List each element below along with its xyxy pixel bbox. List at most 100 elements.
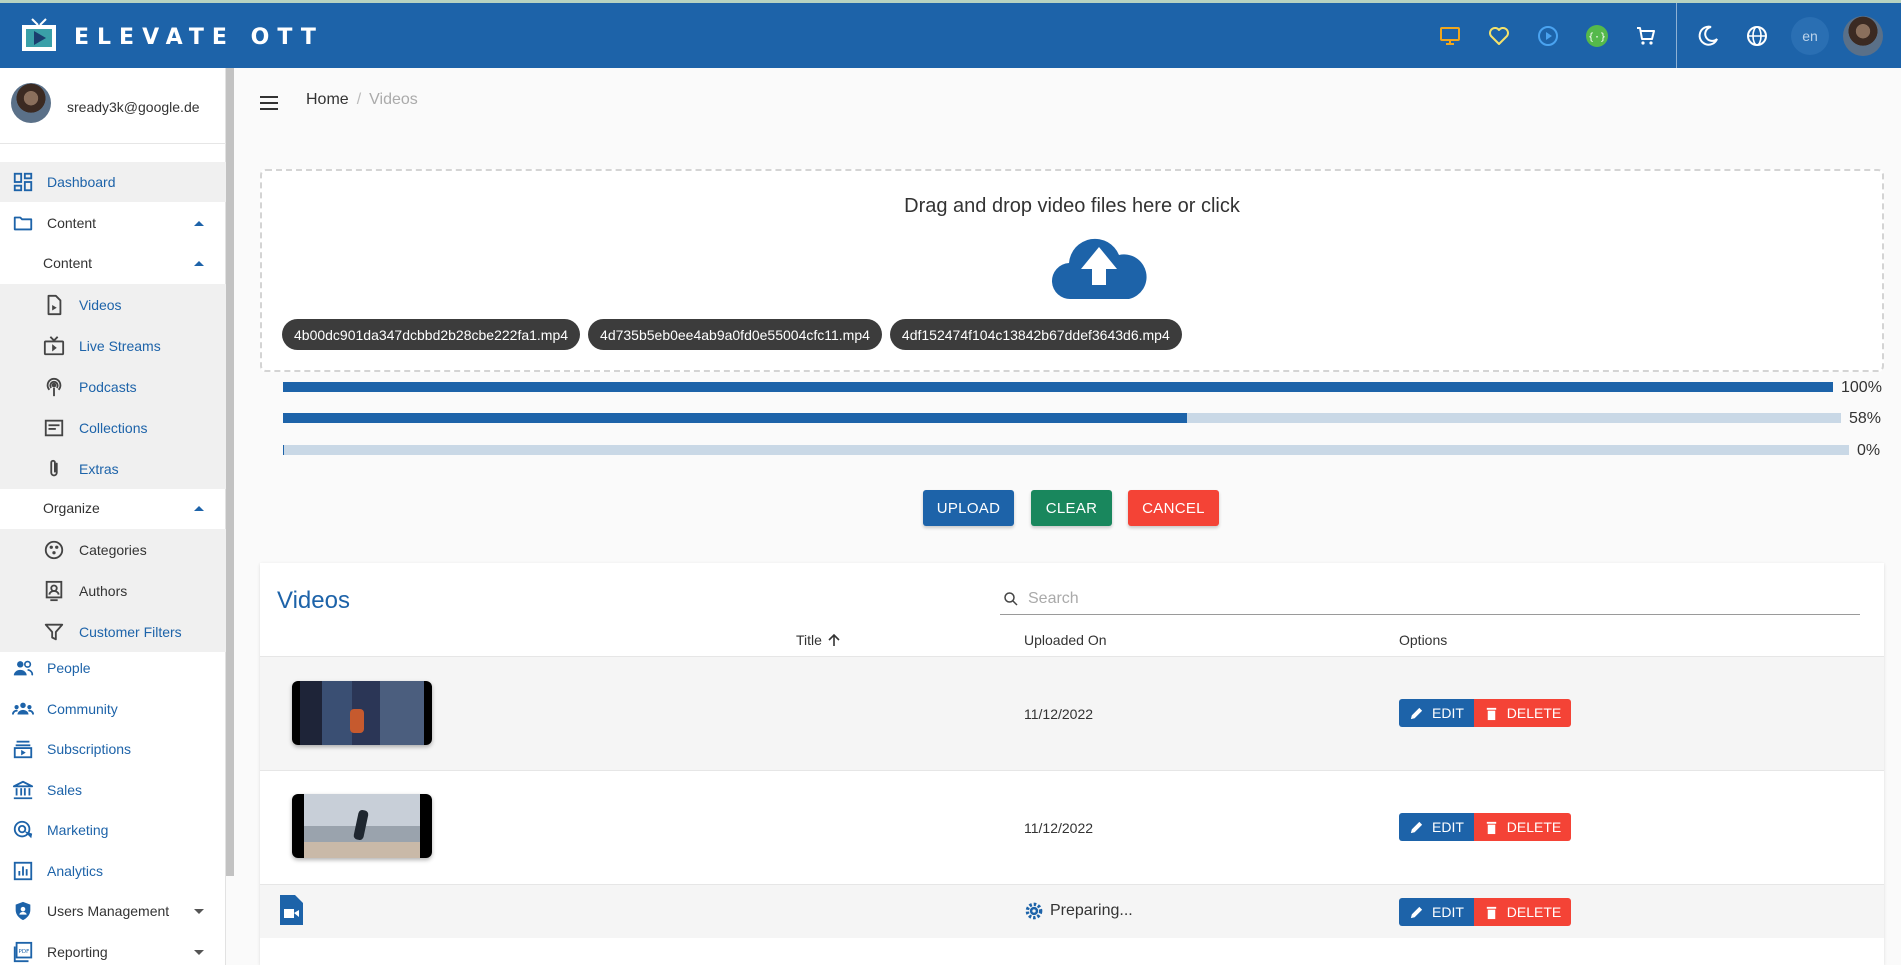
api-icon[interactable]: {·} [1572, 3, 1621, 68]
video-file-icon [43, 294, 65, 316]
cart-icon[interactable] [1621, 3, 1670, 68]
table-row[interactable]: 11/12/2022 EDIT DELETE [260, 770, 1884, 884]
file-chip[interactable]: 4b00dc901da347dcbbd2b28cbe222fa1.mp4 [282, 319, 581, 350]
progress-bar-fill [283, 413, 1187, 423]
sidebar-user[interactable]: sready3k@google.de [0, 68, 226, 144]
menu-icon[interactable] [258, 92, 280, 114]
upload-dropzone[interactable]: Drag and drop video files here or click … [260, 169, 1884, 372]
sidebar-item-authors[interactable]: Authors [0, 570, 226, 611]
sidebar-item-label: People [47, 660, 91, 676]
table-row[interactable]: Preparing... EDIT DELETE [260, 884, 1884, 938]
sidebar-item-reporting[interactable]: PDF Reporting [0, 932, 226, 965]
dark-mode-icon[interactable] [1683, 3, 1732, 68]
sidebar-item-live-streams[interactable]: Live Streams [0, 325, 226, 366]
search-input[interactable] [1028, 587, 1848, 611]
sidebar-item-sales[interactable]: Sales [0, 770, 226, 810]
sidebar-subgroup-organize[interactable]: Organize [0, 488, 226, 528]
cancel-button[interactable]: CANCEL [1128, 490, 1219, 526]
delete-button[interactable]: DELETE [1474, 813, 1571, 841]
sidebar-item-people[interactable]: People [0, 648, 226, 688]
progress-track [283, 445, 1849, 455]
delete-label: DELETE [1506, 819, 1562, 835]
clear-button[interactable]: CLEAR [1031, 490, 1112, 526]
column-header-options: Options [1399, 632, 1448, 648]
column-header-label: Title [796, 632, 822, 648]
language-button[interactable]: en [1791, 16, 1829, 55]
report-icon: PDF [12, 941, 34, 963]
file-chip[interactable]: 4df152474f104c13842b67ddef3643d6.mp4 [889, 319, 1182, 350]
sidebar-item-label: Authors [79, 582, 128, 599]
sidebar-item-label: Customer Filters [79, 623, 182, 640]
monitor-icon[interactable] [1425, 3, 1474, 68]
sidebar-item-label: Sales [47, 782, 83, 798]
column-header-uploaded-on[interactable]: Uploaded On [1024, 632, 1107, 648]
breadcrumb-home[interactable]: Home [306, 91, 349, 108]
videos-title: Videos [277, 587, 350, 614]
delete-button[interactable]: DELETE [1474, 699, 1571, 727]
column-header-title[interactable]: Title [796, 632, 842, 648]
video-thumbnail[interactable] [292, 681, 432, 745]
sidebar-item-label: Collections [79, 419, 148, 436]
uploaded-date: 11/12/2022 [1024, 820, 1094, 836]
arrow-up-icon [828, 633, 840, 646]
sidebar-subgroup-content[interactable]: Content [0, 243, 226, 283]
delete-label: DELETE [1506, 705, 1562, 721]
sidebar-item-label: Users Management [47, 903, 170, 919]
sidebar-scrollbar[interactable] [226, 68, 234, 876]
pencil-icon [1410, 707, 1423, 719]
heart-icon[interactable] [1474, 3, 1523, 68]
sidebar-item-collections[interactable]: Collections [0, 407, 226, 448]
uploaded-date: 11/12/2022 [1024, 706, 1094, 722]
gear-icon [1025, 902, 1043, 920]
progress-percent: 100% [1841, 379, 1882, 396]
video-file-icon [278, 894, 304, 926]
edit-button[interactable]: EDIT [1399, 699, 1474, 727]
account-avatar[interactable] [1843, 15, 1883, 56]
delete-label: DELETE [1506, 904, 1562, 920]
sidebar-item-content[interactable]: Content [0, 203, 226, 243]
status-text: Preparing... [1050, 902, 1133, 919]
sidebar-item-users-management[interactable]: Users Management [0, 891, 226, 931]
sidebar-item-marketing[interactable]: Marketing [0, 810, 226, 850]
svg-text:{·}: {·} [1587, 32, 1605, 43]
bank-icon [12, 779, 34, 801]
sidebar-item-label: Dashboard [47, 174, 116, 190]
pencil-icon [1410, 906, 1423, 918]
video-thumbnail[interactable] [292, 794, 432, 858]
edit-label: EDIT [1432, 904, 1464, 920]
sidebar-item-label: Organize [43, 500, 100, 516]
sidebar-item-label: Videos [79, 296, 122, 313]
sidebar-item-label: Analytics [47, 863, 104, 879]
file-chip[interactable]: 4d735b5eb0ee4ab9a0fd0e55004cfc11.mp4 [588, 319, 882, 350]
analytics-icon [12, 860, 34, 882]
globe-icon[interactable] [1732, 3, 1781, 68]
sidebar-item-label: Content [43, 255, 93, 271]
table-row[interactable]: 11/12/2022 EDIT DELETE [260, 656, 1884, 770]
sidebar-item-videos[interactable]: Videos [0, 284, 226, 325]
sidebar-item-dashboard[interactable]: Dashboard [0, 162, 226, 202]
play-circle-icon[interactable] [1523, 3, 1572, 68]
sidebar-item-label: Reporting [47, 944, 108, 960]
sidebar-item-extras[interactable]: Extras [0, 448, 226, 489]
sidebar-item-label: Content [47, 215, 97, 231]
sidebar-item-analytics[interactable]: Analytics [0, 851, 226, 891]
sidebar-item-community[interactable]: Community [0, 689, 226, 729]
sidebar-item-podcasts[interactable]: Podcasts [0, 366, 226, 407]
sidebar-item-categories[interactable]: Categories [0, 529, 226, 570]
search-field[interactable] [1000, 585, 1860, 615]
top-app-bar: ELEVATE OTT {·} en [0, 3, 1901, 68]
edit-button[interactable]: EDIT [1399, 813, 1474, 841]
podcast-icon [43, 376, 65, 398]
toolbar-divider [1676, 3, 1677, 68]
sidebar-item-label: Subscriptions [47, 741, 132, 757]
app-logo[interactable] [20, 17, 58, 55]
sidebar-item-customer-filters[interactable]: Customer Filters [0, 611, 226, 652]
upload-button[interactable]: UPLOAD [923, 490, 1014, 526]
trash-icon [1486, 707, 1496, 720]
author-icon [43, 580, 65, 602]
edit-button[interactable]: EDIT [1399, 898, 1474, 926]
sidebar: sready3k@google.de Dashboard Content Con… [0, 68, 226, 965]
delete-button[interactable]: DELETE [1474, 898, 1571, 926]
sidebar-item-subscriptions[interactable]: Subscriptions [0, 729, 226, 769]
dashboard-icon [12, 171, 34, 193]
